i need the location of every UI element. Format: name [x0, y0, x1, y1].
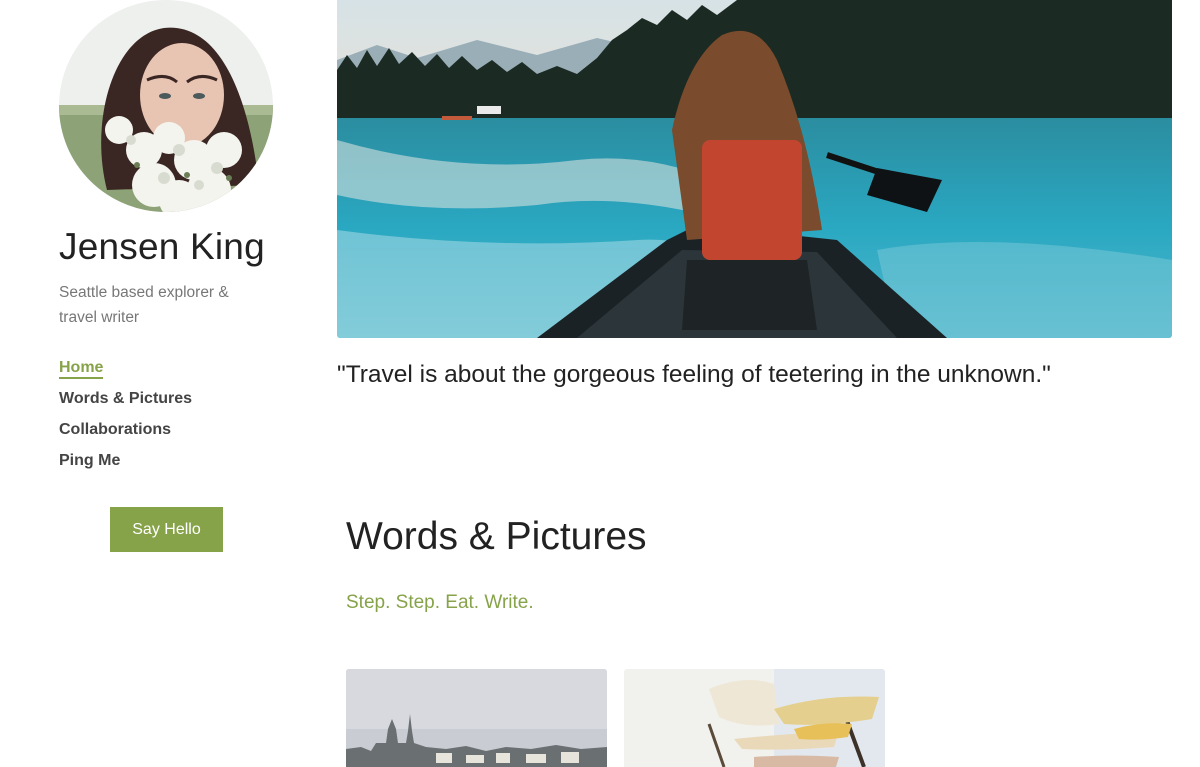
main-nav: Home Words & Pictures Collaborations Pin… [59, 352, 192, 476]
nav-item-label[interactable]: Ping Me [59, 452, 120, 469]
laundry-photo [624, 669, 885, 767]
nav-item-collaborations[interactable]: Collaborations [59, 414, 192, 445]
avatar-photo [59, 0, 273, 212]
nav-item-label[interactable]: Words & Pictures [59, 390, 192, 407]
page: Jensen King Seattle based explorer & tra… [0, 0, 1200, 767]
post-thumbnail[interactable] [346, 669, 607, 767]
sidebar: Jensen King Seattle based explorer & tra… [0, 0, 320, 767]
say-hello-button[interactable]: Say Hello [110, 507, 223, 552]
section-subtitle: Step. Step. Eat. Write. [346, 592, 534, 613]
hero-image [337, 0, 1172, 338]
hero-quote: "Travel is about the gorgeous feeling of… [337, 361, 1051, 388]
profile-tagline: Seattle based explorer & travel writer [59, 284, 229, 326]
nav-item-words-pictures[interactable]: Words & Pictures [59, 383, 192, 414]
post-thumbnail[interactable] [624, 669, 885, 767]
paris-photo [346, 669, 607, 767]
nav-item-label[interactable]: Collaborations [59, 421, 171, 438]
nav-item-label[interactable]: Home [59, 359, 104, 379]
nav-item-ping-me[interactable]: Ping Me [59, 445, 192, 476]
hero-photo [337, 0, 1172, 338]
profile-name: Jensen King [59, 226, 265, 267]
nav-item-home[interactable]: Home [59, 352, 192, 383]
section-title: Words & Pictures [346, 515, 647, 558]
avatar [59, 0, 273, 212]
